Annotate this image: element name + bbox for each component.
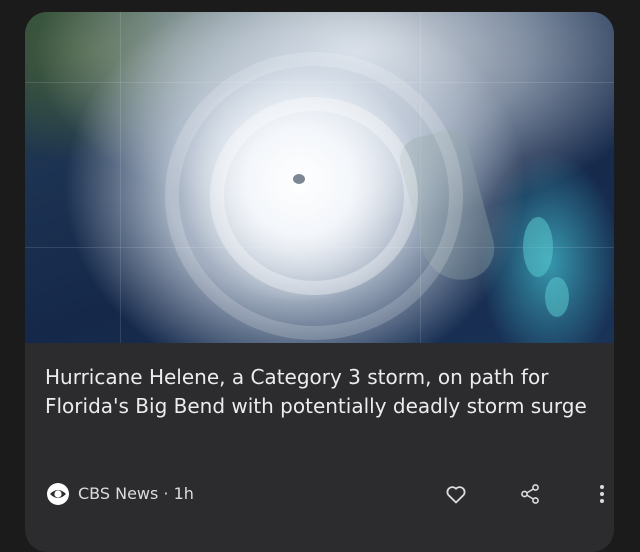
article-footer: CBS News · 1h (45, 480, 605, 508)
source-and-time[interactable]: CBS News · 1h (78, 483, 194, 505)
bahamas-shallows (545, 277, 569, 317)
share-icon (521, 484, 539, 504)
more-options-button[interactable] (588, 480, 614, 508)
cbs-eye-logo-icon (47, 483, 69, 505)
more-vertical-icon (600, 485, 604, 503)
storm-rainband (165, 52, 463, 340)
like-button[interactable] (442, 480, 470, 508)
bahamas-shallows (523, 217, 553, 277)
heart-icon (446, 486, 466, 504)
article-image[interactable] (25, 12, 614, 343)
article-headline[interactable]: Hurricane Helene, a Category 3 storm, on… (45, 363, 595, 421)
news-card[interactable]: Hurricane Helene, a Category 3 storm, on… (25, 12, 614, 552)
share-button[interactable] (516, 480, 544, 508)
hurricane-eye (293, 174, 305, 184)
lon-gridline (120, 12, 121, 343)
